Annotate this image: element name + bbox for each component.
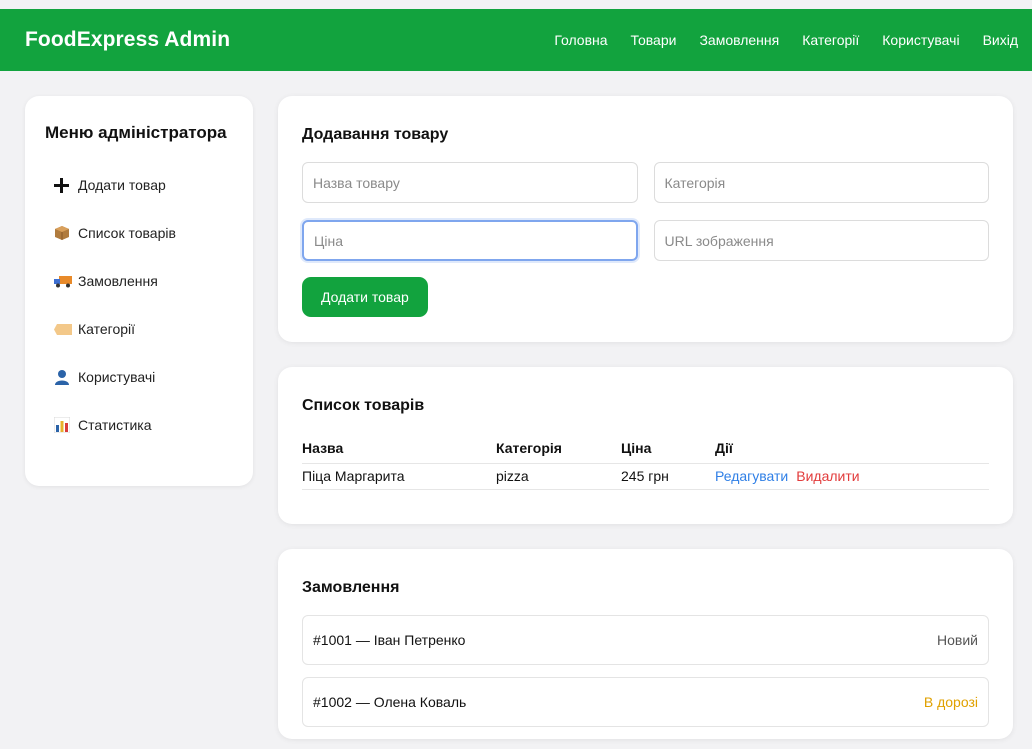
sidebar-item-label: Додати товар [78,177,166,193]
top-navbar: FoodExpress Admin Головна Товари Замовле… [0,9,1032,71]
sidebar-item-categories[interactable]: Категорії [45,305,233,353]
column-header-actions: Дії [715,433,989,464]
column-header-category: Категорія [496,433,621,464]
brand-logo[interactable]: FoodExpress Admin [25,28,230,52]
delivery-truck-icon [54,274,78,288]
nav-logout[interactable]: Вихід [983,32,1018,48]
sidebar-item-label: Категорії [78,321,136,337]
column-header-name: Назва [302,433,496,464]
nav-home[interactable]: Головна [554,32,607,48]
sidebar-item-label: Користувачі [78,369,156,385]
add-product-card: Додавання товару Додати товар [278,96,1013,342]
bar-chart-icon [54,417,78,433]
sidebar-item-users[interactable]: Користувачі [45,353,233,401]
top-nav: Головна Товари Замовлення Категорії Кори… [531,32,1018,48]
category-input[interactable] [653,162,989,203]
price-input[interactable] [302,220,638,261]
delete-link[interactable]: Видалити [796,468,859,484]
sidebar-item-add-product[interactable]: Додати товар [45,161,233,209]
user-icon [54,369,78,385]
nav-categories[interactable]: Категорії [802,32,859,48]
order-item[interactable]: #1002 — Олена Коваль В дорозі [302,677,989,727]
order-label: #1002 — Олена Коваль [313,694,467,710]
plus-icon [54,177,78,193]
sidebar-item-label: Замовлення [78,273,158,289]
table-row: Піца Маргарита pizza 245 грн Редагувати В… [302,463,989,490]
nav-users[interactable]: Користувачі [882,32,959,48]
sidebar-item-orders[interactable]: Замовлення [45,257,233,305]
sidebar-item-label: Статистика [78,417,152,433]
sidebar-item-label: Список товарів [78,225,176,241]
product-price-cell: 245 грн [621,463,715,490]
add-product-button[interactable]: Додати товар [302,277,428,317]
image-url-input[interactable] [653,220,989,261]
product-actions-cell: Редагувати Видалити [715,463,989,490]
admin-sidebar: Меню адміністратора Додати товар Список … [25,96,253,486]
sidebar-item-product-list[interactable]: Список товарів [45,209,233,257]
order-item[interactable]: #1001 — Іван Петренко Новий [302,615,989,665]
add-product-form [302,162,989,261]
orders-title: Замовлення [302,579,400,596]
add-product-title: Додавання товару [302,126,449,143]
product-list-card: Список товарів Назва Категорія Ціна Дії … [278,367,1013,524]
product-table: Назва Категорія Ціна Дії Піца Маргарита … [302,433,989,490]
nav-products[interactable]: Товари [631,32,677,48]
product-name-cell: Піца Маргарита [302,463,496,490]
edit-link[interactable]: Редагувати [715,468,788,484]
order-status: Новий [937,632,978,648]
package-icon [54,225,78,241]
sidebar-item-statistics[interactable]: Статистика [45,401,233,449]
order-status: В дорозі [923,694,978,710]
sidebar-title: Меню адміністратора [45,123,227,142]
product-name-input[interactable] [302,162,638,203]
column-header-price: Ціна [621,433,715,464]
nav-orders[interactable]: Замовлення [699,32,779,48]
label-tag-icon [54,323,78,335]
product-list-title: Список товарів [302,397,425,414]
orders-card: Замовлення #1001 — Іван Петренко Новий #… [278,549,1013,739]
order-label: #1001 — Іван Петренко [313,632,466,648]
product-category-cell: pizza [496,463,621,490]
table-header-row: Назва Категорія Ціна Дії [302,433,989,464]
